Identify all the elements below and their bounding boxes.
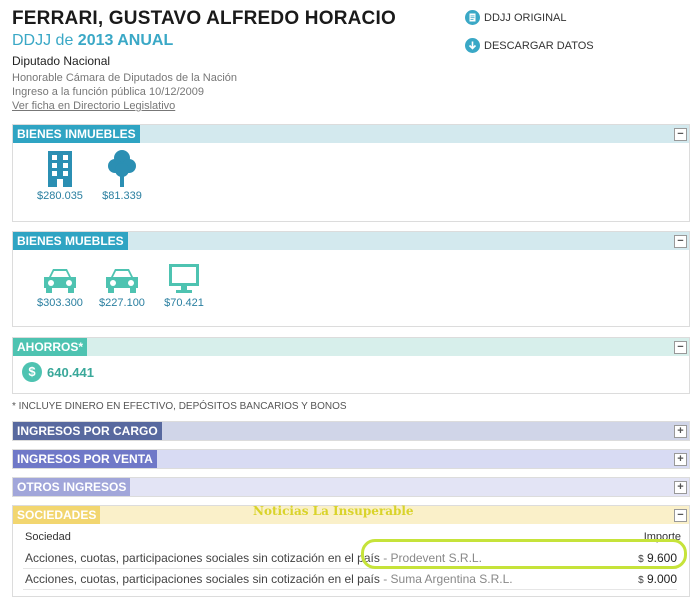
panel-title-ingresos-cargo: INGRESOS POR CARGO [13, 422, 162, 440]
asset-item: $227.100 [91, 256, 153, 309]
panel-title-inmuebles: BIENES INMUEBLES [13, 125, 140, 143]
asset-item: $81.339 [91, 149, 153, 202]
row-sep: - [379, 572, 391, 586]
asset-item: $70.421 [153, 256, 215, 309]
car-icon [106, 269, 138, 293]
institution: Honorable Cámara de Diputados de la Naci… [12, 72, 238, 84]
collapse-sociedades-button[interactable]: − [674, 508, 687, 522]
profile-header: FERRARI, GUSTAVO ALFREDO HORACIO DDJJ de… [12, 8, 452, 113]
asset-value: $81.339 [102, 190, 142, 202]
panel-sociedades: SOCIEDADES − Sociedad Importe Acciones, … [12, 505, 690, 597]
row-currency: $ [638, 575, 644, 586]
panel-title-ingresos-venta: INGRESOS POR VENTA [13, 450, 157, 468]
panel-title-ahorros: AHORROS* [13, 338, 88, 356]
download-icon [465, 38, 480, 53]
row-company: Prodevent S.R.L. [390, 551, 482, 565]
directorio-link[interactable]: Ver ficha en Directorio Legislativo [12, 99, 452, 113]
asset-value: $70.421 [164, 297, 204, 309]
panel-header-ahorros[interactable]: AHORROS* − [13, 338, 689, 356]
row-amount: $ 9.600 [638, 548, 677, 568]
column-header-sociedad: Sociedad [25, 531, 71, 543]
panel-title-muebles: BIENES MUEBLES [13, 232, 128, 250]
row-description: Acciones, cuotas, participaciones social… [25, 548, 482, 568]
panel-header-muebles[interactable]: BIENES MUEBLES − [13, 232, 689, 250]
ddjj-original-button[interactable]: DDJJ ORIGINAL [465, 10, 594, 25]
expand-ingresos-venta-button[interactable]: + [674, 452, 687, 466]
ddjj-prefix: DDJJ de [12, 32, 78, 49]
tree-icon [108, 150, 136, 187]
row-currency: $ [638, 554, 644, 565]
monitor-icon [169, 264, 199, 293]
column-header-importe: Importe [643, 531, 681, 543]
download-data-label: DESCARGAR DATOS [484, 39, 594, 52]
panel-otros-ingresos: OTROS INGRESOS + [12, 477, 690, 497]
download-data-button[interactable]: DESCARGAR DATOS [465, 38, 594, 53]
row-divider [23, 589, 677, 590]
panel-title-otros-ingresos: OTROS INGRESOS [13, 478, 131, 496]
row-amount: $ 9.000 [638, 569, 677, 589]
collapse-inmuebles-button[interactable]: − [674, 127, 687, 141]
panel-bienes-inmuebles: BIENES INMUEBLES − $280.035 $81.339 [12, 124, 690, 222]
table-row: Acciones, cuotas, participaciones social… [13, 569, 689, 589]
expand-otros-ingresos-button[interactable]: + [674, 480, 687, 494]
car-icon [44, 269, 76, 293]
panel-ingresos-cargo: INGRESOS POR CARGO + [12, 421, 690, 441]
ddjj-original-label: DDJJ ORIGINAL [484, 11, 567, 24]
ingreso-date: Ingreso a la función pública 10/12/2009 [12, 86, 205, 98]
watermark: Noticias La Insuperable [253, 504, 414, 518]
actions: DDJJ ORIGINAL DESCARGAR DATOS [465, 10, 594, 53]
panel-ahorros: AHORROS* − $ 640.441 [12, 337, 690, 394]
row-value: 9.000 [646, 572, 677, 586]
footnote: * INCLUYE DINERO EN EFECTIVO, DEPÓSITOS … [12, 401, 347, 412]
role: Diputado Nacional [12, 54, 111, 68]
row-sep: - [379, 551, 391, 565]
ddjj-year: 2013 ANUAL [77, 32, 174, 49]
collapse-muebles-button[interactable]: − [674, 234, 687, 248]
panel-header-ingresos-cargo[interactable]: INGRESOS POR CARGO + [13, 422, 689, 440]
panel-header-inmuebles[interactable]: BIENES INMUEBLES − [13, 125, 689, 143]
inmuebles-list: $280.035 $81.339 [13, 143, 689, 202]
dollar-icon: $ [22, 362, 42, 382]
panel-ingresos-venta: INGRESOS POR VENTA + [12, 449, 690, 469]
sociedades-table-header: Sociedad Importe [13, 531, 689, 543]
expand-ingresos-cargo-button[interactable]: + [674, 424, 687, 438]
savings-row: $ 640.441 [13, 356, 689, 382]
ddjj-title: DDJJ de 2013 ANUAL [12, 32, 452, 50]
savings-value: 640.441 [47, 364, 94, 380]
table-row: Acciones, cuotas, participaciones social… [13, 548, 689, 568]
muebles-list: $303.300 $227.100 $70.421 [13, 250, 689, 309]
row-desc: Acciones, cuotas, participaciones social… [25, 572, 380, 586]
panel-bienes-muebles: BIENES MUEBLES − $303.300 $227.100 $70.4… [12, 231, 690, 327]
panel-header-ingresos-venta[interactable]: INGRESOS POR VENTA + [13, 450, 689, 468]
panel-title-sociedades: SOCIEDADES [13, 506, 101, 524]
row-company: Suma Argentina S.R.L. [390, 572, 513, 586]
asset-item: $303.300 [29, 256, 91, 309]
person-name: FERRARI, GUSTAVO ALFREDO HORACIO [12, 8, 396, 29]
asset-value: $280.035 [37, 190, 83, 202]
row-description: Acciones, cuotas, participaciones social… [25, 569, 513, 589]
document-icon [465, 10, 480, 25]
asset-item: $280.035 [29, 149, 91, 202]
panel-header-otros-ingresos[interactable]: OTROS INGRESOS + [13, 478, 689, 496]
collapse-ahorros-button[interactable]: − [674, 340, 687, 354]
asset-value: $303.300 [37, 297, 83, 309]
row-value: 9.600 [646, 551, 677, 565]
asset-value: $227.100 [99, 297, 145, 309]
row-desc: Acciones, cuotas, participaciones social… [25, 551, 380, 565]
building-icon [48, 151, 72, 187]
